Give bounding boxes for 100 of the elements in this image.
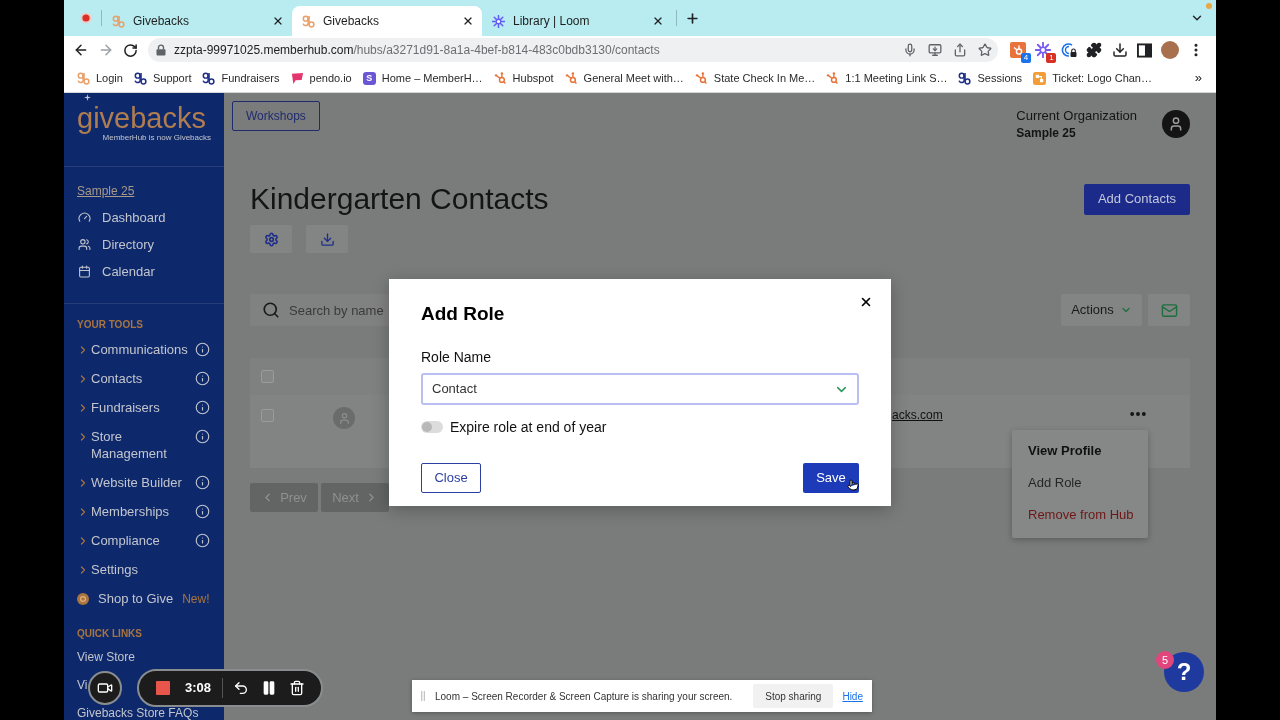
info-icon[interactable]	[195, 533, 210, 548]
forward-icon[interactable]	[98, 42, 114, 58]
nav-item[interactable]: Directory	[77, 231, 224, 258]
user-icon[interactable]	[1162, 110, 1190, 138]
tool-item[interactable]: Store Management	[77, 422, 210, 468]
side-panel-icon	[1137, 42, 1153, 58]
count-badge: 4	[1021, 53, 1031, 63]
sprocket-tile-icon	[1010, 42, 1026, 58]
share-icon[interactable]	[953, 43, 967, 57]
browser-tab[interactable]: Givebacks	[292, 6, 482, 36]
bookmark-item[interactable]: Login	[77, 69, 123, 87]
actions-button[interactable]: Actions	[1061, 294, 1142, 326]
close-icon[interactable]	[272, 15, 284, 27]
menu-item[interactable]: Add Role	[1012, 467, 1148, 499]
quick-link[interactable]: View Store	[77, 648, 135, 666]
bookmark-item[interactable]: Fundraisers	[202, 69, 280, 87]
checkbox[interactable]	[261, 370, 274, 383]
url-text: zzpta-99971025.memberhub.com/hubs/a3271d91-8a1a-4bef-b814-483c0bdb3130/contacts	[174, 42, 660, 59]
bookmark-item[interactable]: General Meet with…	[564, 69, 684, 87]
bookmark-item[interactable]: Support	[133, 69, 192, 87]
tool-item[interactable]: Fundraisers	[77, 393, 210, 422]
tab-title: Library | Loom	[513, 13, 591, 30]
menu-item[interactable]: View Profile	[1012, 435, 1148, 467]
close-icon[interactable]	[859, 295, 873, 309]
close-icon[interactable]	[462, 15, 474, 27]
save-button[interactable]: Save	[803, 463, 859, 493]
sprocket-icon	[564, 71, 578, 85]
sparkle-icon	[84, 94, 91, 101]
ring-icon	[77, 592, 89, 605]
logo-icon	[112, 14, 125, 28]
video-camera-icon	[97, 680, 113, 696]
star-icon[interactable]	[978, 43, 992, 57]
bookmark-item[interactable]: S Home – MemberH…	[362, 69, 483, 87]
download-icon[interactable]	[1111, 42, 1128, 58]
ring-lock-icon	[1060, 42, 1077, 58]
toggle-switch[interactable]	[421, 421, 443, 433]
quick-link[interactable]: Givebacks Store FAQs	[77, 704, 199, 720]
drag-handle-icon[interactable]	[421, 691, 425, 701]
bookmark-item[interactable]: Hubspot	[493, 69, 554, 87]
stop-sharing-button[interactable]: Stop sharing	[753, 684, 834, 708]
bookmark-item[interactable]: State Check In Me…	[694, 69, 816, 87]
settings-icon	[263, 231, 279, 247]
undo-icon[interactable]	[233, 680, 250, 696]
record-icon[interactable]	[80, 12, 92, 24]
tool-item[interactable]: Contacts	[77, 364, 210, 393]
info-icon[interactable]	[195, 371, 210, 386]
checkbox[interactable]	[261, 409, 274, 422]
info-icon[interactable]	[195, 400, 210, 415]
download-icon	[319, 231, 335, 247]
info-icon[interactable]	[195, 429, 210, 444]
reload-icon[interactable]	[123, 42, 138, 58]
add-contacts-button[interactable]: Add Contacts	[1083, 183, 1190, 215]
bookmark-item[interactable]: 1:1 Meeting Link S…	[826, 69, 948, 87]
organization-name: Sample 25	[1016, 125, 1077, 142]
count-badge: 1	[1046, 53, 1057, 63]
trash-icon[interactable]	[289, 680, 306, 696]
tool-item[interactable]: Communications	[77, 335, 210, 364]
organization-link[interactable]: Sample 25	[77, 181, 135, 200]
hide-link[interactable]: Hide	[842, 688, 863, 704]
info-icon[interactable]	[195, 504, 210, 519]
install-icon[interactable]	[928, 43, 942, 57]
back-icon[interactable]	[73, 42, 89, 58]
search-field[interactable]: Search by name	[250, 294, 389, 326]
nav-item[interactable]: Calendar	[77, 258, 224, 285]
download-button[interactable]	[306, 225, 348, 253]
flag-icon	[290, 71, 304, 85]
address-bar[interactable]: zzpta-99971025.memberhub.com/hubs/a3271d91-8a1a-4bef-b814-483c0bdb3130/contacts	[148, 38, 998, 62]
bookmark-item[interactable]: Ticket: Logo Chan…	[1033, 69, 1152, 87]
nav-item[interactable]: Dashboard	[77, 204, 224, 231]
shop-to-give-link[interactable]: Shop to Give New!	[77, 584, 210, 613]
tool-item[interactable]: Compliance	[77, 526, 210, 555]
bookmark-item[interactable]: Sessions	[958, 69, 1023, 87]
tool-item[interactable]: Settings	[77, 555, 210, 584]
new-tag: New!	[182, 589, 210, 608]
sprocket-icon	[493, 71, 507, 85]
organization-caption: Current Organization	[1016, 108, 1137, 124]
bookmarks-overflow[interactable]: »	[1194, 68, 1202, 88]
page-title: Kindergarten Contacts	[250, 182, 549, 216]
tool-item[interactable]: Website Builder	[77, 468, 210, 497]
microphone-icon[interactable]	[903, 43, 917, 57]
settings-button[interactable]	[250, 225, 292, 253]
close-icon[interactable]	[652, 15, 664, 27]
plus-icon[interactable]	[685, 10, 700, 26]
info-icon[interactable]	[195, 475, 210, 490]
field-label: Role Name	[421, 348, 493, 366]
email-link[interactable]: acks.com	[892, 408, 943, 422]
tab-title: Givebacks	[323, 13, 381, 30]
brand-tagline: MemberHub is now Givebacks	[102, 133, 211, 143]
mail-icon	[1160, 301, 1178, 319]
close-button[interactable]: Close	[421, 463, 481, 493]
tab-title: Givebacks	[133, 13, 191, 30]
search-icon	[262, 301, 280, 319]
quick-link[interactable]: Vi	[77, 676, 88, 694]
info-icon[interactable]	[195, 342, 210, 357]
tool-item[interactable]: Memberships	[77, 497, 210, 526]
role-select[interactable]: Contact	[421, 373, 859, 405]
gauge-icon	[78, 211, 91, 224]
profile-avatar[interactable]	[1161, 41, 1180, 59]
bookmark-item[interactable]: pendo.io	[290, 69, 352, 87]
puzzle-icon[interactable]	[1086, 42, 1103, 58]
